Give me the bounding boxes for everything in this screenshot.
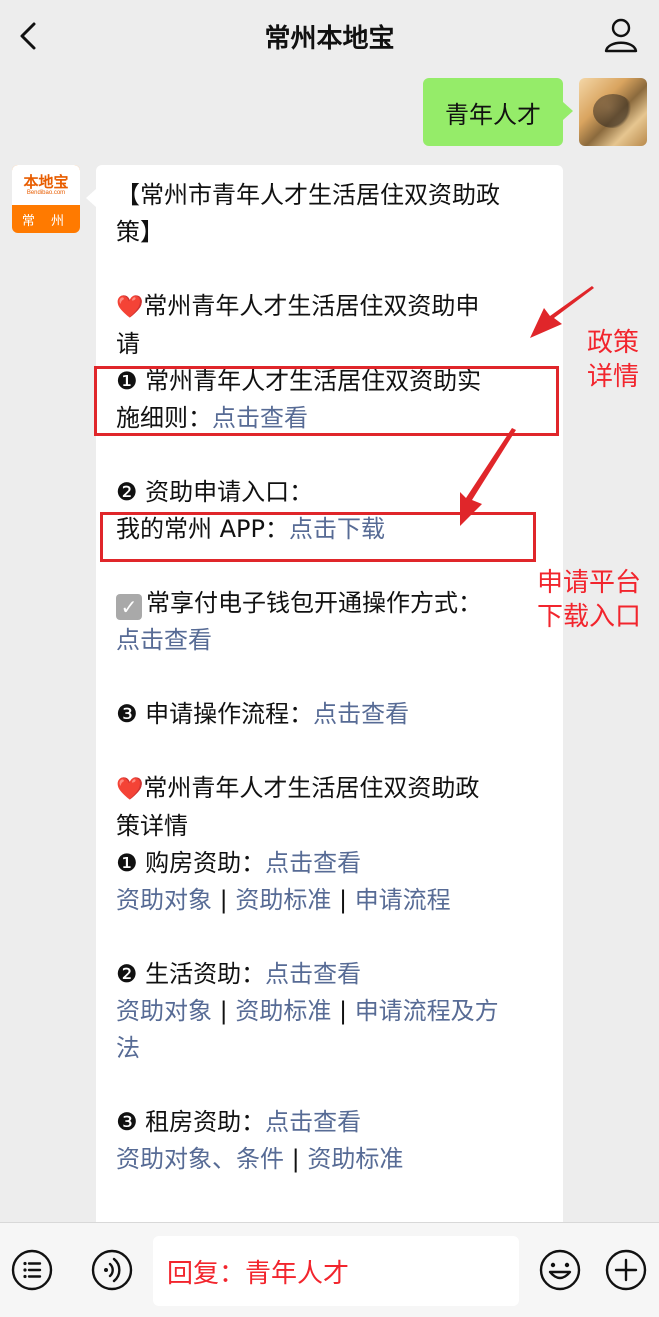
heart-icon: ❤️ [116, 295, 144, 320]
living-standard-link[interactable]: 资助标准 [235, 997, 331, 1025]
emoji-icon[interactable] [538, 1248, 582, 1292]
living-sublinks-cont: 法 [116, 1030, 543, 1067]
apply-process-link[interactable]: 点击查看 [313, 700, 409, 728]
account-avatar-logo: 本地宝 Bendibao.com [12, 165, 80, 205]
section-apply-heading-cont: 请 [116, 330, 140, 358]
outgoing-message-row: 青年人才 [423, 78, 647, 146]
housing-standard-link[interactable]: 资助标准 [235, 886, 331, 914]
incoming-bubble: 【常州市青年人才生活居住双资助政 策】 ❤️常州青年人才生活居住双资助申 请 ❶… [86, 165, 563, 1235]
menu-list-icon[interactable] [10, 1248, 54, 1292]
annotation-arrow-icon [460, 428, 516, 526]
living-link[interactable]: 点击查看 [265, 960, 361, 988]
annotation-policy-details: 政策 详情 [586, 328, 639, 392]
wallet-link-row: 点击查看 [116, 622, 543, 659]
item-apply-process: ❸ 申请操作流程：点击查看 [116, 700, 410, 728]
profile-icon[interactable] [603, 16, 639, 54]
account-logo-text: 本地宝 [23, 173, 69, 191]
account-avatar-city: 常 州 [21, 213, 71, 229]
wallet-link[interactable]: 点击查看 [116, 626, 212, 654]
bottom-input-bar: 回复：青年人才 [0, 1222, 659, 1317]
highlight-box-implementation-rules [94, 366, 559, 436]
top-bar: 常州本地宝 [0, 0, 659, 72]
rent-target-link[interactable]: 资助对象、条件 [116, 1145, 284, 1173]
rent-sublinks: 资助对象、条件 | 资助标准 [116, 1145, 404, 1173]
rent-row: ❸ 租房资助：点击查看 [116, 1108, 362, 1136]
rent-link[interactable]: 点击查看 [265, 1108, 361, 1136]
message-title: 【常州市青年人才生活居住双资助政 [116, 181, 500, 209]
account-avatar[interactable]: 本地宝 Bendibao.com 常 州 [12, 165, 80, 233]
outgoing-bubble[interactable]: 青年人才 [423, 78, 573, 146]
housing-process-link[interactable]: 申请流程 [355, 886, 451, 914]
outgoing-text: 青年人才 [445, 100, 541, 129]
rent-standard-link[interactable]: 资助标准 [307, 1145, 403, 1173]
back-arrow-icon[interactable] [14, 18, 44, 54]
section-details-heading-cont: 策详情 [116, 812, 188, 840]
living-process-link[interactable]: 申请流程及方 [355, 997, 499, 1025]
living-row: ❷ 生活资助：点击查看 [116, 960, 362, 988]
heart-icon: ❤️ [116, 777, 144, 802]
housing-link[interactable]: 点击查看 [265, 849, 361, 877]
reply-input-field[interactable]: 回复：青年人才 [153, 1236, 519, 1306]
plus-icon[interactable] [604, 1248, 648, 1292]
housing-sublinks: 资助对象 | 资助标准 | 申请流程 [116, 886, 451, 914]
living-process-link-cont[interactable]: 法 [116, 1034, 140, 1062]
checkbox-icon: ✓ [116, 594, 142, 620]
reply-input-text: 回复：青年人才 [167, 1258, 350, 1289]
housing-target-link[interactable]: 资助对象 [116, 886, 212, 914]
account-logo-sub: Bendibao.com [26, 190, 66, 196]
annotation-platform-download: 申请平台 下载入口 [536, 568, 641, 632]
message-title-cont: 策】 [116, 218, 164, 246]
voice-icon[interactable] [90, 1248, 134, 1292]
user-avatar[interactable] [579, 78, 647, 146]
living-sublinks: 资助对象 | 资助标准 | 申请流程及方 [116, 997, 499, 1025]
section-details-heading: ❤️常州青年人才生活居住双资助政 [116, 774, 480, 802]
section-apply-heading: ❤️常州青年人才生活居住双资助申 [116, 292, 480, 320]
wallet-row: ✓ 常享付电子钱包开通操作方式： [116, 585, 543, 622]
living-target-link[interactable]: 资助对象 [116, 997, 212, 1025]
housing-row: ❶ 购房资助：点击查看 [116, 849, 362, 877]
page-title: 常州本地宝 [264, 23, 395, 54]
